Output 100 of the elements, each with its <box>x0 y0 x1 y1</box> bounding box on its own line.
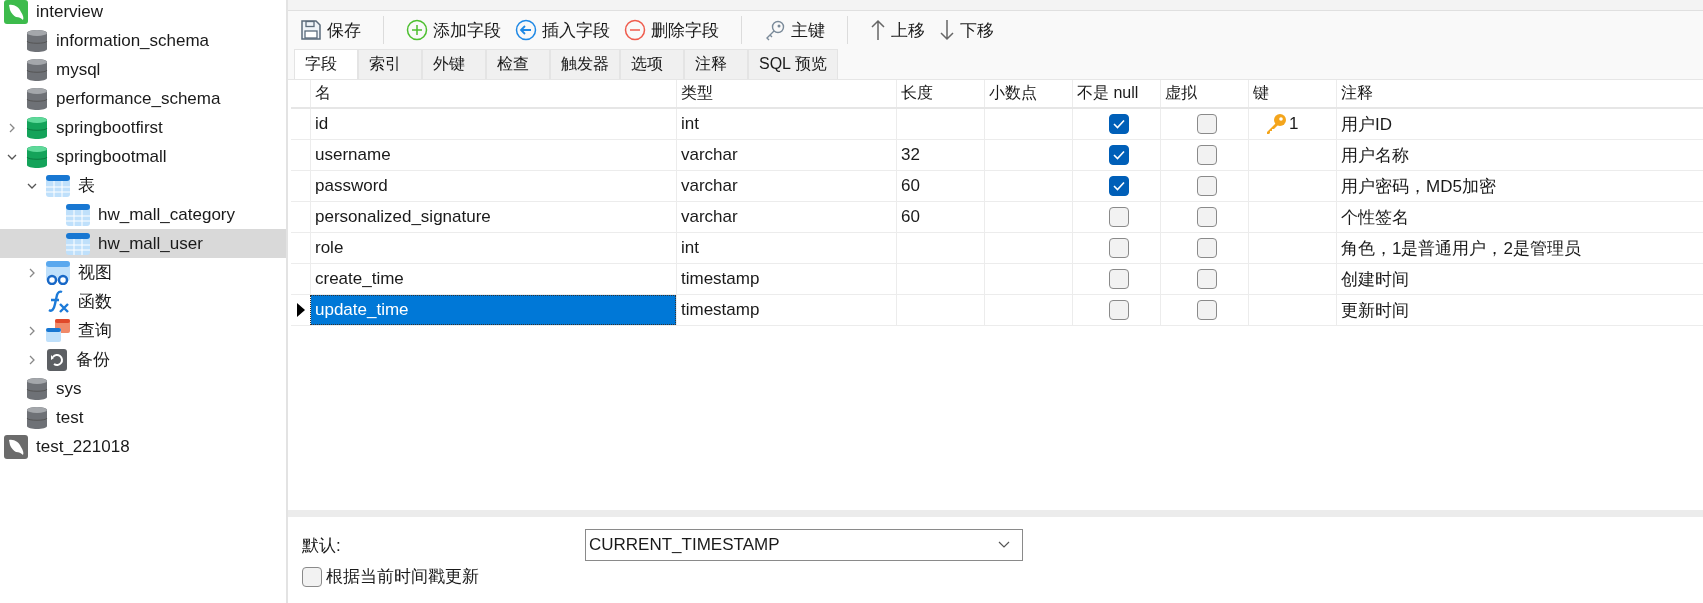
down-button[interactable]: 下移 <box>935 16 998 44</box>
checkbox[interactable] <box>1108 145 1129 165</box>
tree-item[interactable]: test <box>0 403 286 432</box>
table-cell[interactable]: 用户名称 <box>1341 143 1409 167</box>
table-cell[interactable]: timestamp <box>681 269 760 289</box>
tree-item[interactable]: mysql <box>0 55 286 84</box>
tree-item[interactable]: information_schema <box>0 26 286 55</box>
tree-item[interactable]: springbootfirst <box>0 113 286 142</box>
tab[interactable]: 选项 <box>620 49 684 79</box>
column-header[interactable]: 虚拟 <box>1165 83 1197 104</box>
table-cell[interactable]: 更新时间 <box>1341 298 1409 322</box>
table-icon <box>46 173 70 198</box>
tree-item[interactable]: 备份 <box>0 345 286 374</box>
tree-item[interactable]: springbootmall <box>0 142 286 171</box>
table-cell[interactable]: timestamp <box>681 300 760 320</box>
key-icon <box>764 19 786 41</box>
key-button[interactable]: 主键 <box>760 16 829 44</box>
table-cell[interactable]: varchar <box>681 207 738 227</box>
table-cell[interactable]: username <box>310 140 676 170</box>
delete-button[interactable]: 删除字段 <box>620 16 723 44</box>
default-dropdown[interactable]: CURRENT_TIMESTAMP <box>585 529 1023 561</box>
arrow-up-icon <box>870 19 886 41</box>
tree-item[interactable]: 表 <box>0 171 286 200</box>
tab[interactable]: 注释 <box>684 49 748 79</box>
checkbox[interactable] <box>1196 145 1217 165</box>
add-button[interactable]: 添加字段 <box>402 16 505 44</box>
tab[interactable]: 索引 <box>358 49 422 79</box>
checkbox[interactable] <box>1196 207 1217 227</box>
tree-item[interactable]: 函数 <box>0 287 286 316</box>
table-icon <box>66 202 90 227</box>
table-cell[interactable]: role <box>310 233 676 263</box>
tree-item[interactable]: sys <box>0 374 286 403</box>
tree-item[interactable]: 视图 <box>0 258 286 287</box>
table-cell[interactable]: varchar <box>681 145 738 165</box>
table-cell[interactable]: id <box>310 109 676 139</box>
column-header[interactable]: 类型 <box>681 83 713 104</box>
table-cell[interactable]: password <box>310 171 676 201</box>
checkbox[interactable] <box>1196 176 1217 196</box>
column-header[interactable]: 键 <box>1253 83 1269 104</box>
checkbox[interactable] <box>1108 207 1129 227</box>
tab[interactable]: 字段 <box>294 49 358 79</box>
table-cell[interactable]: 用户密码，MD5加密 <box>1341 174 1496 198</box>
key-order: 1 <box>1289 114 1299 134</box>
tree-item[interactable]: test_221018 <box>0 432 286 461</box>
chevron-down-icon <box>998 541 1010 549</box>
tab[interactable]: SQL 预览 <box>748 49 838 79</box>
backup-icon <box>46 347 68 372</box>
tab[interactable]: 外键 <box>422 49 486 79</box>
checkbox[interactable] <box>1108 238 1129 258</box>
column-header[interactable]: 注释 <box>1341 83 1373 104</box>
table-cell[interactable]: 60 <box>901 176 920 196</box>
checkmark-icon <box>1112 150 1125 160</box>
plus-circle-icon <box>406 19 428 41</box>
table-cell[interactable]: 用户ID <box>1341 112 1392 136</box>
query-icon <box>46 318 70 343</box>
checkbox[interactable] <box>1108 269 1129 289</box>
insert-button[interactable]: 插入字段 <box>511 16 614 44</box>
tree-item[interactable]: hw_mall_user <box>0 229 286 258</box>
table-cell[interactable]: 角色，1是普通用户，2是管理员 <box>1341 236 1581 260</box>
column-header[interactable]: 长度 <box>901 83 933 104</box>
chevron-right-icon[interactable] <box>27 354 37 365</box>
chevron-right-icon[interactable] <box>27 267 37 278</box>
up-button[interactable]: 上移 <box>866 16 929 44</box>
checkbox[interactable] <box>1108 114 1129 134</box>
table-cell[interactable]: 60 <box>901 207 920 227</box>
table-cell[interactable]: int <box>681 238 699 258</box>
checkbox[interactable] <box>1196 238 1217 258</box>
table-cell[interactable]: int <box>681 114 699 134</box>
minus-circle-icon <box>624 19 646 41</box>
checkbox[interactable] <box>302 566 322 587</box>
tab[interactable]: 检查 <box>486 49 550 79</box>
function-icon <box>46 289 70 314</box>
checkbox-label[interactable]: 根据当前时间戳更新 <box>326 565 479 588</box>
view-icon <box>46 260 70 285</box>
checkbox[interactable] <box>1196 114 1217 134</box>
table-cell[interactable]: personalized_signature <box>310 202 676 232</box>
column-header[interactable]: 小数点 <box>989 83 1037 104</box>
table-cell[interactable]: 创建时间 <box>1341 267 1409 291</box>
tree-item[interactable]: performance_schema <box>0 84 286 113</box>
checkbox[interactable] <box>1108 176 1129 196</box>
floppy-icon <box>300 19 322 41</box>
default-label: 默认: <box>302 534 342 557</box>
checkbox[interactable] <box>1108 300 1129 320</box>
table-cell[interactable]: 个性签名 <box>1341 205 1409 229</box>
arrow-left-circle-icon <box>515 19 537 41</box>
tab[interactable]: 触发器 <box>550 49 620 79</box>
table-cell[interactable]: varchar <box>681 176 738 196</box>
column-header[interactable]: 不是 null <box>1077 83 1139 104</box>
checkbox[interactable] <box>1196 269 1217 289</box>
tree-item[interactable]: 查询 <box>0 316 286 345</box>
chevron-right-icon[interactable] <box>7 122 17 133</box>
save-button[interactable]: 保存 <box>296 16 365 44</box>
table-cell[interactable]: 32 <box>901 145 920 165</box>
checkbox[interactable] <box>1196 300 1217 320</box>
table-cell[interactable]: create_time <box>310 264 676 294</box>
tree-item[interactable]: hw_mall_category <box>0 200 286 229</box>
table-cell[interactable]: update_time <box>310 295 676 325</box>
chevron-right-icon[interactable] <box>27 325 37 336</box>
tree-item[interactable]: interview <box>0 0 286 26</box>
column-header[interactable]: 名 <box>315 83 331 104</box>
